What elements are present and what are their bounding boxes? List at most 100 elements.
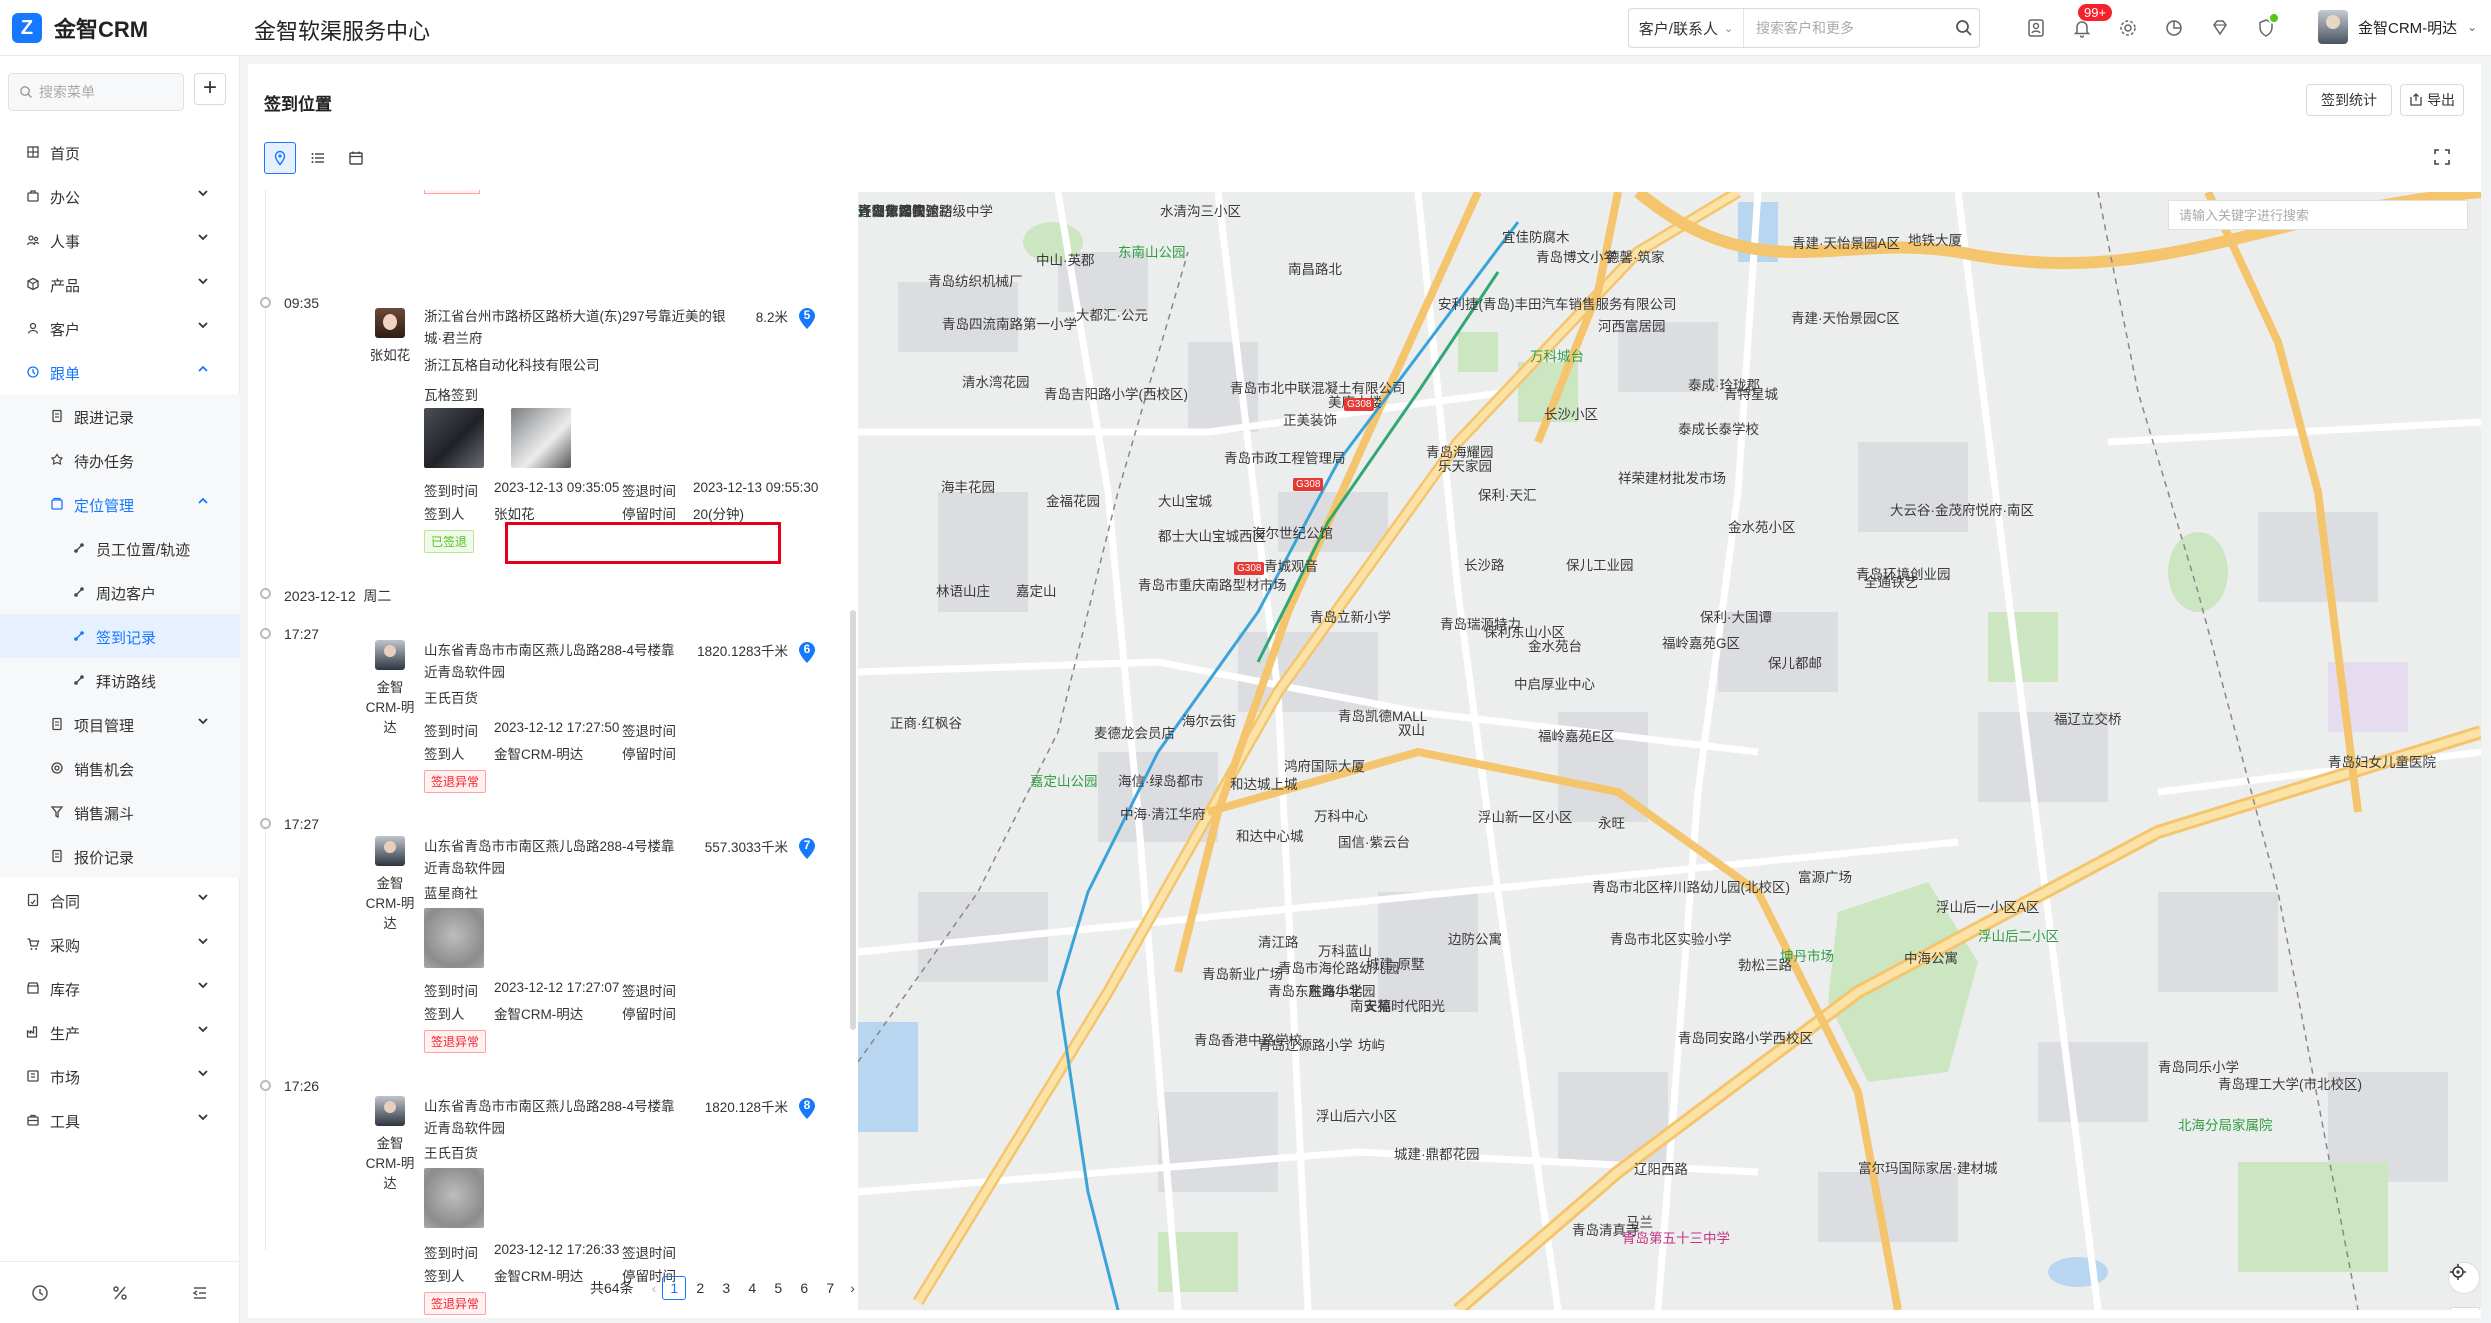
bell-icon[interactable]: 99+ <box>2066 4 2113 44</box>
map-marker-icon[interactable]: 7 <box>797 836 817 860</box>
photo-thumbnail[interactable] <box>424 908 484 968</box>
photo-thumbnail[interactable] <box>424 408 484 468</box>
sidebar-item-14[interactable]: 销售机会 <box>0 746 240 790</box>
page-6[interactable]: 6 <box>792 1276 816 1300</box>
sidebar-item-22[interactable]: 工具 <box>0 1098 240 1142</box>
record-address[interactable]: 山东省青岛市市南区燕儿岛路288-4号楼靠近青岛软件园 <box>424 640 684 684</box>
sidebar-item-12[interactable]: 拜访路线 <box>0 658 240 702</box>
logo-icon: Z <box>12 13 42 43</box>
search-icon[interactable] <box>1949 9 1979 47</box>
sidebar-item-8[interactable]: 定位管理 <box>0 482 240 526</box>
gear-icon[interactable] <box>2112 12 2144 44</box>
export-button[interactable]: 导出 <box>2400 84 2464 116</box>
prev-page-icon[interactable]: ‹ <box>652 1280 657 1296</box>
checkin-time-value: 2023-12-13 09:35:05 <box>494 480 620 495</box>
zoom-in-button[interactable]: + <box>2450 1307 2480 1310</box>
fullscreen-icon[interactable] <box>2433 148 2453 168</box>
cart-icon <box>26 937 40 951</box>
sidebar-item-18[interactable]: 采购 <box>0 922 240 966</box>
calendar-icon <box>349 151 363 165</box>
record-time: 17:27 <box>284 816 320 832</box>
brand-logo[interactable]: Z 金智CRM <box>12 12 148 44</box>
chevron-down-icon <box>196 1022 210 1036</box>
sidebar-item-label: 拜访路线 <box>96 674 157 691</box>
chevron-down-icon <box>196 934 210 948</box>
sidebar-item-13[interactable]: 项目管理 <box>0 702 240 746</box>
tab-calendar-view[interactable] <box>340 142 372 174</box>
page-4[interactable]: 4 <box>740 1276 764 1300</box>
checkin-person-value: 金智CRM-明达 <box>494 1269 584 1284</box>
sidebar-item-20[interactable]: 生产 <box>0 1010 240 1054</box>
divider-date: 2023-12-12 <box>284 588 356 604</box>
sidebar-item-6[interactable]: 跟进记录 <box>0 394 240 438</box>
timeline-dot <box>260 297 271 308</box>
collapse-sidebar-icon[interactable] <box>189 1282 211 1304</box>
search-type-select[interactable]: 客户/联系人 ⌄ <box>1629 9 1744 47</box>
sidebar-item-19[interactable]: 库存 <box>0 966 240 1010</box>
page-3[interactable]: 3 <box>714 1276 738 1300</box>
map-marker-icon[interactable]: 6 <box>797 640 817 664</box>
avatar <box>375 308 405 338</box>
checkin-time-value: 2023-12-12 17:27:07 <box>494 980 620 995</box>
next-page-icon[interactable]: › <box>850 1280 855 1296</box>
map-view[interactable]: 水清沟三小区 东南山公园 中山·英郡 青岛纺织机械厂 大都汇·公元 南昌路北 宜佳防腐木 安利… <box>858 192 2481 1310</box>
chart-pie-icon[interactable] <box>2158 12 2190 44</box>
checkout-time-label: 签退时间 <box>622 984 676 999</box>
history-icon[interactable] <box>29 1282 51 1304</box>
status-badge: 签退异常 <box>424 770 487 793</box>
sidebar-item-15[interactable]: 销售漏斗 <box>0 790 240 834</box>
diamond-icon[interactable] <box>2204 12 2236 44</box>
sidebar-item-7[interactable]: 待办任务 <box>0 438 240 482</box>
sidebar-item-11[interactable]: 签到记录 <box>0 614 240 658</box>
timeline-dot <box>260 588 271 599</box>
sidebar-item-9[interactable]: 员工位置/轨迹 <box>0 526 240 570</box>
sidebar-item-21[interactable]: 市场 <box>0 1054 240 1098</box>
sidebar-item-17[interactable]: 合同 <box>0 878 240 922</box>
page-5[interactable]: 5 <box>766 1276 790 1300</box>
sidebar-item-1[interactable]: 办公 <box>0 174 240 218</box>
record-company[interactable]: 王氏百货 <box>424 1142 478 1162</box>
page-7[interactable]: 7 <box>818 1276 842 1300</box>
percent-icon[interactable] <box>109 1282 131 1304</box>
route-icon <box>72 541 86 555</box>
status-badge: 已签退 <box>424 530 475 553</box>
record-address[interactable]: 浙江省台州市路桥区路桥大道(东)297号靠近美的银城·君兰府 <box>424 306 734 350</box>
add-button[interactable]: + <box>194 73 226 105</box>
briefcase-icon <box>26 189 40 203</box>
checkin-stats-button[interactable]: 签到统计 <box>2306 84 2392 116</box>
checkin-time-value: 2023-12-12 17:26:33 <box>494 1242 620 1257</box>
photo-thumbnail[interactable] <box>424 1168 484 1228</box>
record-company[interactable]: 浙江瓦格自动化科技有限公司 <box>424 354 600 374</box>
timeline-line <box>265 190 266 1250</box>
record-company[interactable]: 王氏百货 <box>424 687 478 707</box>
shield-icon[interactable] <box>2250 12 2282 44</box>
map-marker-icon[interactable]: 5 <box>797 306 817 330</box>
list-scrollbar[interactable] <box>850 610 856 1030</box>
page-2[interactable]: 2 <box>688 1276 712 1300</box>
menu-search-input[interactable] <box>39 84 169 100</box>
record-address[interactable]: 山东省青岛市市南区燕儿岛路288-4号楼靠近青岛软件园 <box>424 1096 684 1140</box>
sidebar-item-10[interactable]: 周边客户 <box>0 570 240 614</box>
user-menu[interactable]: 金智CRM-明达 ⌄ <box>2318 10 2477 44</box>
sidebar-item-4[interactable]: 客户 <box>0 306 240 350</box>
chevron-up-icon <box>196 362 210 376</box>
page-1[interactable]: 1 <box>662 1276 687 1300</box>
tab-list-view[interactable] <box>302 142 334 174</box>
sidebar-item-5[interactable]: 跟单 <box>0 350 240 394</box>
locate-icon[interactable] <box>2448 1262 2480 1294</box>
sidebar-item-0[interactable]: 首页 <box>0 130 240 174</box>
photo-thumbnail[interactable] <box>511 408 571 468</box>
tab-map-view[interactable] <box>264 142 296 174</box>
highway-shield: G308 <box>1234 562 1265 575</box>
map-canvas <box>858 192 2481 1310</box>
search-input[interactable] <box>1743 9 1949 47</box>
sidebar-item-label: 生产 <box>50 1026 81 1043</box>
map-search-input[interactable] <box>2168 200 2468 230</box>
contacts-icon[interactable] <box>2020 12 2052 44</box>
record-company[interactable]: 蓝星商社 <box>424 882 478 902</box>
sidebar-item-16[interactable]: 报价记录 <box>0 834 240 878</box>
sidebar-item-3[interactable]: 产品 <box>0 262 240 306</box>
map-marker-icon[interactable]: 8 <box>797 1096 817 1120</box>
record-address[interactable]: 山东省青岛市市南区燕儿岛路288-4号楼靠近青岛软件园 <box>424 836 684 880</box>
sidebar-item-2[interactable]: 人事 <box>0 218 240 262</box>
